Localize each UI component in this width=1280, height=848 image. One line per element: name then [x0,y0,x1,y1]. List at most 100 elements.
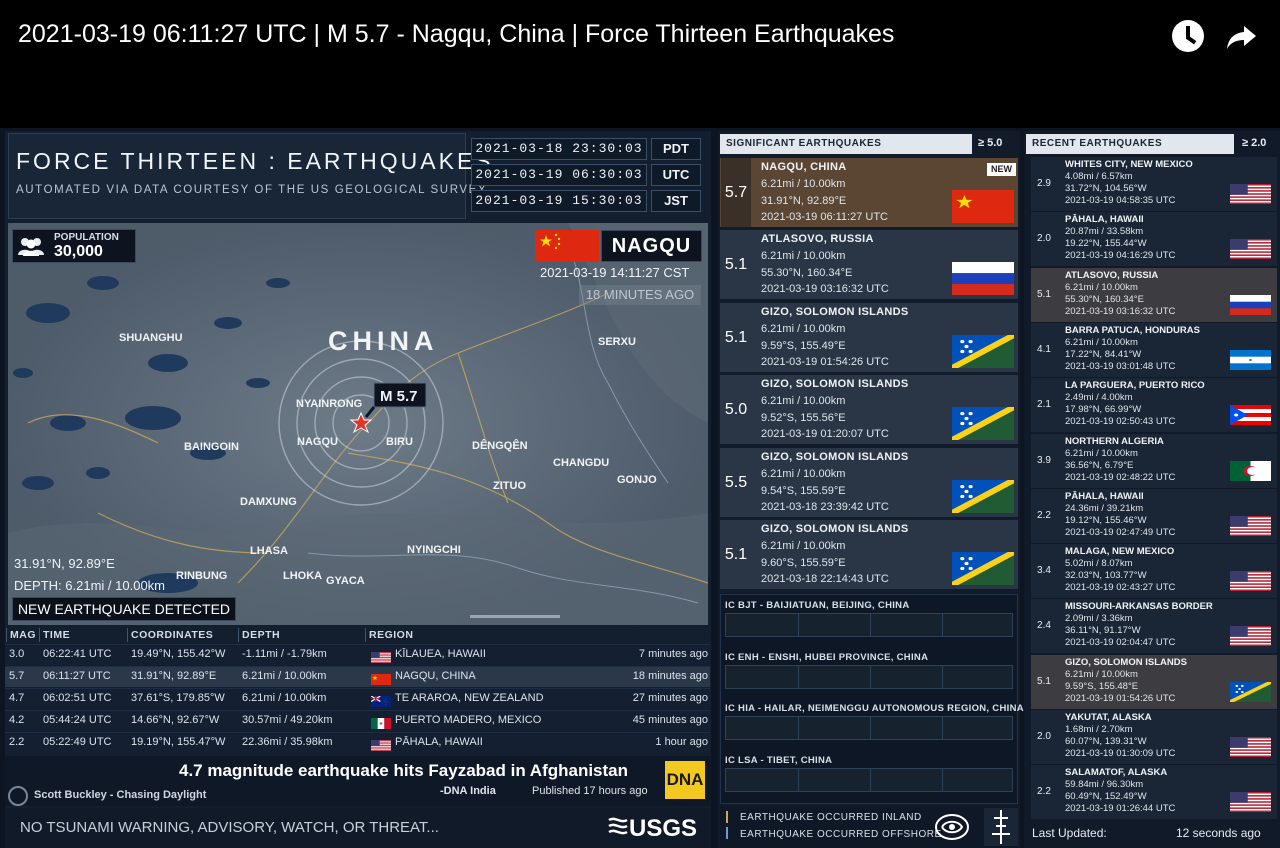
watch-later-icon[interactable] [1172,20,1204,52]
recent-depth: 2.09mi / 3.36km [1065,613,1133,625]
recent-place: MALAGA, NEW MEXICO [1065,546,1175,558]
recent-coords: 32.03°N, 103.77°W [1065,570,1147,582]
significant-min: ≥ 5.0 [978,137,1003,149]
recent-time: 2021-03-19 02:50:43 UTC [1065,416,1176,428]
seismogram-trace [725,716,1013,740]
table-coords: 19.19°N, 155.47°W [131,736,226,748]
significant-depth: 6.21mi / 10.00km [761,322,846,335]
flag-dz-icon [1230,460,1271,481]
music-icon [8,786,28,806]
place-changdu: CHANGDU [553,457,609,469]
table-depth: 6.21mi / 10.00km [242,692,327,704]
time-ago: 18 MINUTES AGO [579,285,701,305]
significant-time: 2021-03-19 01:20:07 UTC [761,428,889,441]
col-mag: MAG [6,628,39,642]
table-region: PUERTO MADERO, MEXICO [395,714,542,726]
significant-mag: 5.0 [724,401,748,419]
flag-ru-icon [1230,294,1271,315]
flag-pr-icon [1230,405,1271,426]
flag-ru-icon [952,262,1014,296]
significant-time: 2021-03-18 22:14:43 UTC [761,573,889,585]
seismogram-trace [725,664,1013,689]
recent-place: ATLASOVO, RUSSIA [1065,269,1159,281]
recent-time: 2021-03-19 04:58:35 UTC [1065,195,1176,206]
place-baingoin: BAINGOIN [184,441,239,453]
recent-place: SALAMATOF, ALASKA [1065,767,1168,779]
recent-depth: 24.36mi / 39.21km [1065,502,1144,514]
flag-sb-icon [952,552,1014,585]
recent-coords: 31.72°N, 104.56°W [1065,183,1147,194]
place-nagqu: NAGQU [297,436,338,448]
recent-coords: 17.22°N, 84.41°W [1065,348,1142,360]
flag-sb-icon [1230,681,1271,702]
clock-jst-time: 2021-03-19 15:30:03 [471,190,647,212]
news-headline: 4.7 magnitude earthquake hits Fayzabad i… [179,761,629,780]
recent-depth: 4.08mi / 6.57km [1065,171,1133,182]
recent-place: GIZO, SOLOMON ISLANDS [1065,656,1187,668]
col-region: REGION [365,628,709,642]
table-depth: -1.11mi / -1.79km [242,648,327,660]
significant-place: GIZO, SOLOMON ISLANDS [761,378,909,391]
place-nyingchi: NYINGCHI [407,544,461,556]
recent-place: WHITES CITY, NEW MEXICO [1065,159,1193,170]
recent-coords: 60.07°N, 139.31°W [1065,736,1147,747]
table-time: 05:22:49 UTC [43,736,112,748]
recent-mag: 5.1 [1037,675,1051,687]
place-rinbung: RINBUNG [176,570,227,582]
population-value: 30,000 [54,243,103,260]
clock-jst-zone: JST [651,190,701,212]
table-time: 06:02:51 UTC [43,692,112,704]
flag-sb-icon [952,479,1014,513]
epicenter-coords: 31.91°N, 92.89°E [14,556,115,571]
music-credit: Scott Buckley - Chasing Daylight [34,789,207,801]
clock-pdt-time: 2021-03-18 23:30:03 [471,138,647,160]
recent-place: BARRA PATUCA, HONDURAS [1065,324,1200,336]
significant-coords: 31.91°N, 92.89°E [761,195,847,207]
recent-coords: 19.22°N, 155.44°W [1065,238,1147,250]
significant-depth: 6.21mi / 10.00km [761,467,846,480]
brand-header [8,133,466,219]
significant-depth: 6.21mi / 10.00km [761,250,846,263]
new-earthquake-banner: NEW EARTHQUAKE DETECTED [12,597,236,621]
table-coords: 37.61°S, 179.85°W [131,692,225,704]
recent-mag: 2.2 [1037,786,1051,798]
significant-coords: 9.54°S, 155.59°E [761,484,846,497]
flag-nz-icon [370,694,391,707]
significant-coords: 9.52°S, 155.56°E [761,412,846,425]
place-gonjo: GONJO [617,474,657,486]
usgs-logo-text: USGS [629,815,697,840]
legend-inland: EARTHQUAKE OCCURRED INLAND [740,812,922,823]
clock-pdt-zone: PDT [651,138,701,160]
flag-us-icon [1230,626,1271,647]
flag-mx-icon [371,716,391,729]
recent-mag: 2.1 [1037,399,1051,411]
recent-time: 2021-03-19 02:47:49 UTC [1065,526,1176,538]
flag-us-icon [1230,571,1271,592]
local-time: 2021-03-19 14:11:27 CST [540,265,690,280]
recent-time: 2021-03-19 03:16:32 UTC [1065,305,1176,317]
recent-place: LA PARGUERA, PUERTO RICO [1065,380,1205,392]
video-frame: 2021-03-19 06:11:27 UTC | M 5.7 - Nagqu,… [0,0,1280,848]
last-updated-label: Last Updated: [1032,826,1107,840]
place-dengqen: DÊNGQÊN [472,439,528,452]
video-title[interactable]: 2021-03-19 06:11:27 UTC | M 5.7 - Nagqu,… [18,20,894,49]
force-thirteen-logo-icon [935,814,969,840]
recent-time: 2021-03-19 01:26:44 UTC [1065,803,1176,815]
share-icon[interactable] [1224,22,1258,52]
table-depth: 30.57mi / 49.20km [242,714,333,726]
significant-coords: 9.59°S, 155.49°E [761,339,846,352]
place-biru: BIRU [386,436,413,448]
clock-utc-zone: UTC [651,164,701,186]
flag-hn-icon [1230,349,1271,370]
significant-place: GIZO, SOLOMON ISLANDS [761,450,909,463]
place-damxung: DAMXUNG [240,496,297,508]
significant-time: 2021-03-19 01:54:26 UTC [761,355,889,368]
significant-time: 2021-03-19 06:11:27 UTC [761,211,888,223]
place-lhoka: LHOKA [283,570,322,582]
col-coordinates: COORDINATES [127,628,238,642]
recent-mag: 5.1 [1037,288,1051,300]
station-label: IC ENH - ENSHI, HUBEI PROVINCE, CHINA [725,651,929,663]
col-depth: DEPTH [238,628,365,642]
epicenter-depth: DEPTH: 6.21mi / 10.00km [14,578,165,593]
seismogram-trace [725,767,1013,792]
